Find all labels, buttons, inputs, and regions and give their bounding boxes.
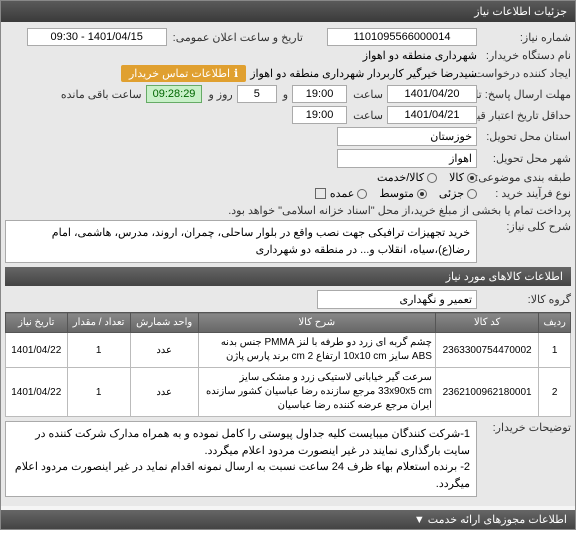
process-medium[interactable]: متوسط [379, 187, 427, 200]
group-label: گروه کالا: [481, 293, 571, 306]
cell-unit: عدد [130, 333, 198, 368]
min-valid-label: حداقل تاریخ اعتبار قیمت: تا تاریخ: [481, 109, 571, 122]
cell-row: 1 [539, 333, 571, 368]
min-valid-date: 1401/04/21 [387, 106, 477, 124]
buyer-notes-label: توضیحات خریدار: [481, 421, 571, 434]
items-section-header: اطلاعات کالاهای مورد نیاز [5, 267, 571, 286]
cell-unit: عدد [130, 368, 198, 417]
radio-icon [467, 189, 477, 199]
deadline-time: 19:00 [292, 85, 347, 103]
province-value: خوزستان [337, 127, 477, 146]
group-value: تعمیر و نگهداری [317, 290, 477, 309]
creator-label: ایجاد کننده درخواست: [481, 67, 571, 80]
category-goods-label: کالا [449, 171, 464, 184]
buyer-contact-button[interactable]: ℹ اطلاعات تماس خریدار [121, 65, 246, 82]
time-label-1: ساعت [351, 88, 383, 101]
col-qty: تعداد / مقدار [67, 313, 130, 333]
deadline-label: مهلت ارسال پاسخ: تا تاریخ: [481, 88, 571, 101]
table-header-row: ردیف کد کالا شرح کالا واحد شمارش تعداد /… [6, 313, 571, 333]
radio-icon [357, 189, 367, 199]
treasury-checkbox[interactable] [315, 188, 326, 199]
org-value: شهرداری منطقه دو اهواز [363, 49, 477, 62]
buyer-notes-text: 1-شرکت کنندگان میبایست کلیه جداول پیوستی… [5, 421, 477, 497]
need-number-value: 1101095566000014 [327, 28, 477, 46]
province-label: استان محل تحویل: [481, 130, 571, 143]
remaining-time: 09:28:29 [146, 85, 203, 103]
cell-date: 1401/04/22 [6, 333, 68, 368]
category-service[interactable]: کالا/خدمت [377, 171, 437, 184]
category-label: طبقه بندی موضوعی: [481, 171, 571, 184]
org-label: نام دستگاه خریدار: [481, 49, 571, 62]
process-small[interactable]: جزئی [439, 187, 477, 200]
city-label: شهر محل تحویل: [481, 152, 571, 165]
city-value: اهواز [337, 149, 477, 168]
min-valid-time: 19:00 [292, 106, 347, 124]
cell-code: 2363300754470002 [435, 333, 538, 368]
buyer-contact-label: اطلاعات تماس خریدار [129, 67, 230, 80]
col-date: تاریخ نیاز [6, 313, 68, 333]
radio-icon [417, 189, 427, 199]
process-large[interactable]: عمده [330, 187, 367, 200]
category-radio-group: کالا کالا/خدمت [377, 171, 477, 184]
cell-row: 2 [539, 368, 571, 417]
deadline-date: 1401/04/20 [387, 85, 477, 103]
category-goods[interactable]: کالا [449, 171, 477, 184]
and-label: و [281, 88, 288, 101]
days-label: روز و [206, 88, 232, 101]
table-row: 12363300754470002چشم گربه ای زرد دو طرفه… [6, 333, 571, 368]
col-desc: شرح کالا [198, 313, 435, 333]
cell-desc: چشم گربه ای زرد دو طرفه با لنز PMMA جنس … [198, 333, 435, 368]
cell-qty: 1 [67, 333, 130, 368]
category-service-label: کالا/خدمت [377, 171, 424, 184]
announce-label: تاریخ و ساعت اعلان عمومی: [171, 31, 303, 44]
summary-text: خرید تجهیزات ترافیکی جهت نصب واقع در بلو… [5, 220, 477, 263]
radio-icon [427, 173, 437, 183]
process-label: نوع فرآیند خرید : [481, 187, 571, 200]
process-small-label: جزئی [439, 187, 464, 200]
summary-label: شرح کلی نیاز: [481, 220, 571, 233]
need-number-label: شماره نیاز: [481, 31, 571, 44]
process-radio-group: جزئی متوسط عمده [330, 187, 477, 200]
permits-section-header[interactable]: اطلاعات مجوزهای ارائه خدمت ▼ [1, 510, 575, 529]
panel-title: جزئیات اطلاعات نیاز [1, 1, 575, 22]
days-value: 5 [237, 85, 277, 103]
items-table: ردیف کد کالا شرح کالا واحد شمارش تعداد /… [5, 312, 571, 417]
time-label-2: ساعت [351, 109, 383, 122]
payment-note: پرداخت تمام یا بخشی از مبلغ خرید،از محل … [5, 204, 571, 217]
cell-desc: سرعت گیر خیابانی لاستیکی زرد و مشکی سایز… [198, 368, 435, 417]
need-details-panel: جزئیات اطلاعات نیاز شماره نیاز: 11010955… [0, 0, 576, 530]
col-code: کد کالا [435, 313, 538, 333]
process-large-label: عمده [330, 187, 354, 200]
col-row: ردیف [539, 313, 571, 333]
radio-icon [467, 173, 477, 183]
creator-value: سیدرضا خیرگیر کاربردار شهرداری منطقه دو … [250, 67, 477, 80]
remain-label: ساعت باقی مانده [59, 88, 142, 101]
col-unit: واحد شمارش [130, 313, 198, 333]
cell-code: 2362100962180001 [435, 368, 538, 417]
table-row: 22362100962180001سرعت گیر خیابانی لاستیک… [6, 368, 571, 417]
process-medium-label: متوسط [379, 187, 414, 200]
cell-date: 1401/04/22 [6, 368, 68, 417]
info-icon: ℹ [234, 67, 238, 80]
announce-value: 1401/04/15 - 09:30 [27, 28, 167, 46]
cell-qty: 1 [67, 368, 130, 417]
